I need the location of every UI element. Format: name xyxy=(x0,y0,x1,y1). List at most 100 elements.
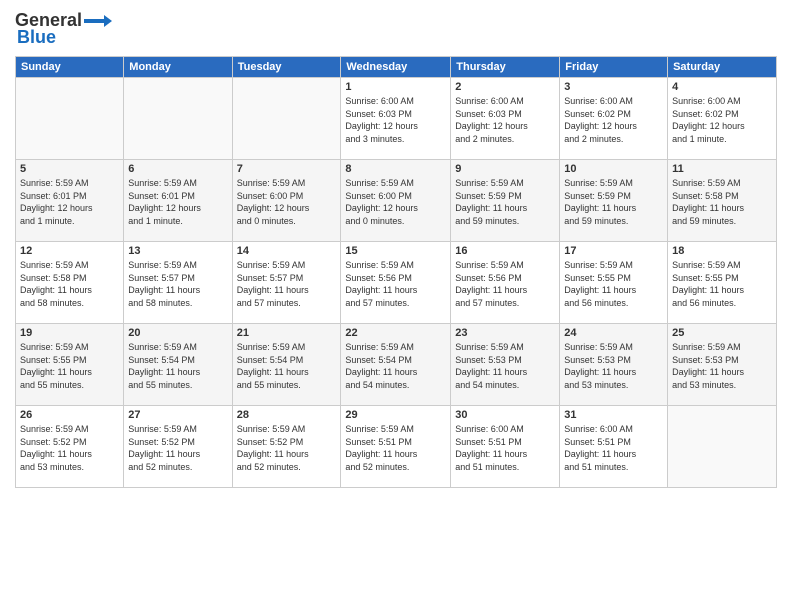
day-info: Sunrise: 5:59 AM Sunset: 5:53 PM Dayligh… xyxy=(455,341,555,391)
day-number: 4 xyxy=(672,81,772,93)
day-cell-25: 25 Sunrise: 5:59 AM Sunset: 5:53 PM Dayli… xyxy=(668,324,777,406)
page: General Blue SundayMondayTuesdayWednesda… xyxy=(0,0,792,612)
day-cell-9: 9 Sunrise: 5:59 AM Sunset: 5:59 PM Daylig… xyxy=(451,160,560,242)
day-number: 19 xyxy=(20,327,119,339)
weekday-header-saturday: Saturday xyxy=(668,57,777,78)
day-cell-23: 23 Sunrise: 5:59 AM Sunset: 5:53 PM Dayli… xyxy=(451,324,560,406)
day-number: 2 xyxy=(455,81,555,93)
day-number: 23 xyxy=(455,327,555,339)
day-number: 29 xyxy=(345,409,446,421)
day-info: Sunrise: 6:00 AM Sunset: 6:02 PM Dayligh… xyxy=(564,95,663,145)
day-number: 18 xyxy=(672,245,772,257)
day-number: 14 xyxy=(237,245,337,257)
weekday-header-sunday: Sunday xyxy=(16,57,124,78)
empty-cell xyxy=(124,78,232,160)
weekday-header-tuesday: Tuesday xyxy=(232,57,341,78)
day-number: 7 xyxy=(237,163,337,175)
weekday-header-monday: Monday xyxy=(124,57,232,78)
day-number: 1 xyxy=(345,81,446,93)
day-number: 25 xyxy=(672,327,772,339)
day-cell-18: 18 Sunrise: 5:59 AM Sunset: 5:55 PM Dayli… xyxy=(668,242,777,324)
day-cell-2: 2 Sunrise: 6:00 AM Sunset: 6:03 PM Daylig… xyxy=(451,78,560,160)
day-cell-8: 8 Sunrise: 5:59 AM Sunset: 6:00 PM Daylig… xyxy=(341,160,451,242)
day-number: 24 xyxy=(564,327,663,339)
day-number: 9 xyxy=(455,163,555,175)
day-number: 16 xyxy=(455,245,555,257)
day-info: Sunrise: 5:59 AM Sunset: 5:52 PM Dayligh… xyxy=(237,423,337,473)
day-number: 13 xyxy=(128,245,227,257)
day-number: 27 xyxy=(128,409,227,421)
day-cell-11: 11 Sunrise: 5:59 AM Sunset: 5:58 PM Dayli… xyxy=(668,160,777,242)
day-number: 12 xyxy=(20,245,119,257)
day-info: Sunrise: 5:59 AM Sunset: 5:58 PM Dayligh… xyxy=(672,177,772,227)
day-cell-26: 26Sunrise: 5:59 AM Sunset: 5:52 PM Dayli… xyxy=(16,406,124,488)
day-number: 21 xyxy=(237,327,337,339)
day-cell-24: 24 Sunrise: 5:59 AM Sunset: 5:53 PM Dayli… xyxy=(560,324,668,406)
weekday-header-thursday: Thursday xyxy=(451,57,560,78)
day-info: Sunrise: 5:59 AM Sunset: 5:55 PM Dayligh… xyxy=(564,259,663,309)
day-cell-7: 7 Sunrise: 5:59 AM Sunset: 6:00 PM Daylig… xyxy=(232,160,341,242)
empty-cell xyxy=(16,78,124,160)
day-info: Sunrise: 5:59 AM Sunset: 5:56 PM Dayligh… xyxy=(455,259,555,309)
day-info: Sunrise: 5:59 AM Sunset: 5:53 PM Dayligh… xyxy=(564,341,663,391)
week-row-5: 26 Sunrise: 5:59 AM Sunset: 5:52 PM Dayli… xyxy=(16,406,777,488)
day-cell-20: 20 Sunrise: 5:59 AM Sunset: 5:54 PM Dayli… xyxy=(124,324,232,406)
day-cell-27: 27 Sunrise: 5:59 AM Sunset: 5:52 PM Dayli… xyxy=(124,406,232,488)
day-cell-6: 6 Sunrise: 5:59 AM Sunset: 6:01 PM Daylig… xyxy=(124,160,232,242)
day-number: 28 xyxy=(237,409,337,421)
day-info: Sunrise: 5:59 AM Sunset: 5:57 PM Dayligh… xyxy=(128,259,227,309)
day-cell-19: 19 Sunrise: 5:59 AM Sunset: 5:55 PM Dayli… xyxy=(16,324,124,406)
day-info: Sunrise: 5:59 AM Sunset: 5:55 PM Dayligh… xyxy=(20,341,119,391)
day-number: 8 xyxy=(345,163,446,175)
day-info: Sunrise: 5:59 AM Sunset: 6:00 PM Dayligh… xyxy=(345,177,446,227)
day-cell-28: 28 Sunrise: 5:59 AM Sunset: 5:52 PM Dayli… xyxy=(232,406,341,488)
empty-cell xyxy=(232,78,341,160)
day-info: Sunrise: 5:59 AM Sunset: 5:54 PM Dayligh… xyxy=(128,341,227,391)
day-info: Sunrise: 5:59 AM Sunset: 5:55 PM Dayligh… xyxy=(672,259,772,309)
calendar: SundayMondayTuesdayWednesdayThursdayFrid… xyxy=(15,56,777,488)
day-info: Sunrise: 5:59 AM Sunset: 6:00 PM Dayligh… xyxy=(237,177,337,227)
day-number: 17 xyxy=(564,245,663,257)
day-info: Sunrise: 5:59 AM Sunset: 5:52 PM Dayligh… xyxy=(128,423,227,473)
logo-arrow-icon xyxy=(84,11,112,31)
week-row-3: 12 Sunrise: 5:59 AM Sunset: 5:58 PM Dayli… xyxy=(16,242,777,324)
weekday-header-wednesday: Wednesday xyxy=(341,57,451,78)
day-cell-4: 4 Sunrise: 6:00 AM Sunset: 6:02 PM Daylig… xyxy=(668,78,777,160)
day-info: Sunrise: 5:59 AM Sunset: 6:01 PM Dayligh… xyxy=(128,177,227,227)
day-number: 3 xyxy=(564,81,663,93)
day-cell-29: 29 Sunrise: 5:59 AM Sunset: 5:51 PM Dayli… xyxy=(341,406,451,488)
day-cell-12: 12 Sunrise: 5:59 AM Sunset: 5:58 PM Dayli… xyxy=(16,242,124,324)
day-cell-10: 10Sunrise: 5:59 AM Sunset: 5:59 PM Dayli… xyxy=(560,160,668,242)
day-info: Sunrise: 5:59 AM Sunset: 5:59 PM Dayligh… xyxy=(455,177,555,227)
day-number: 26 xyxy=(20,409,119,421)
day-cell-21: 21 Sunrise: 5:59 AM Sunset: 5:54 PM Dayli… xyxy=(232,324,341,406)
day-info: Sunrise: 5:59 AM Sunset: 5:54 PM Dayligh… xyxy=(237,341,337,391)
day-cell-17: 17 Sunrise: 5:59 AM Sunset: 5:55 PM Dayli… xyxy=(560,242,668,324)
day-info: Sunrise: 5:59 AM Sunset: 5:58 PM Dayligh… xyxy=(20,259,119,309)
day-info: Sunrise: 6:00 AM Sunset: 5:51 PM Dayligh… xyxy=(455,423,555,473)
day-number: 6 xyxy=(128,163,227,175)
day-number: 11 xyxy=(672,163,772,175)
day-info: Sunrise: 6:00 AM Sunset: 6:02 PM Dayligh… xyxy=(672,95,772,145)
day-number: 20 xyxy=(128,327,227,339)
day-info: Sunrise: 5:59 AM Sunset: 5:57 PM Dayligh… xyxy=(237,259,337,309)
day-cell-1: 1Sunrise: 6:00 AM Sunset: 6:03 PM Daylig… xyxy=(341,78,451,160)
day-cell-14: 14 Sunrise: 5:59 AM Sunset: 5:57 PM Dayli… xyxy=(232,242,341,324)
day-cell-13: 13 Sunrise: 5:59 AM Sunset: 5:57 PM Dayli… xyxy=(124,242,232,324)
empty-cell xyxy=(668,406,777,488)
weekday-header-row: SundayMondayTuesdayWednesdayThursdayFrid… xyxy=(16,57,777,78)
week-row-2: 5 Sunrise: 5:59 AM Sunset: 6:01 PM Daylig… xyxy=(16,160,777,242)
weekday-header-friday: Friday xyxy=(560,57,668,78)
day-info: Sunrise: 5:59 AM Sunset: 5:59 PM Dayligh… xyxy=(564,177,663,227)
day-info: Sunrise: 6:00 AM Sunset: 5:51 PM Dayligh… xyxy=(564,423,663,473)
day-info: Sunrise: 5:59 AM Sunset: 5:53 PM Dayligh… xyxy=(672,341,772,391)
day-info: Sunrise: 5:59 AM Sunset: 5:51 PM Dayligh… xyxy=(345,423,446,473)
day-number: 31 xyxy=(564,409,663,421)
header: General Blue xyxy=(15,10,777,48)
day-info: Sunrise: 5:59 AM Sunset: 6:01 PM Dayligh… xyxy=(20,177,119,227)
day-cell-15: 15Sunrise: 5:59 AM Sunset: 5:56 PM Dayli… xyxy=(341,242,451,324)
day-info: Sunrise: 5:59 AM Sunset: 5:54 PM Dayligh… xyxy=(345,341,446,391)
day-cell-22: 22Sunrise: 5:59 AM Sunset: 5:54 PM Dayli… xyxy=(341,324,451,406)
day-info: Sunrise: 6:00 AM Sunset: 6:03 PM Dayligh… xyxy=(455,95,555,145)
day-number: 5 xyxy=(20,163,119,175)
